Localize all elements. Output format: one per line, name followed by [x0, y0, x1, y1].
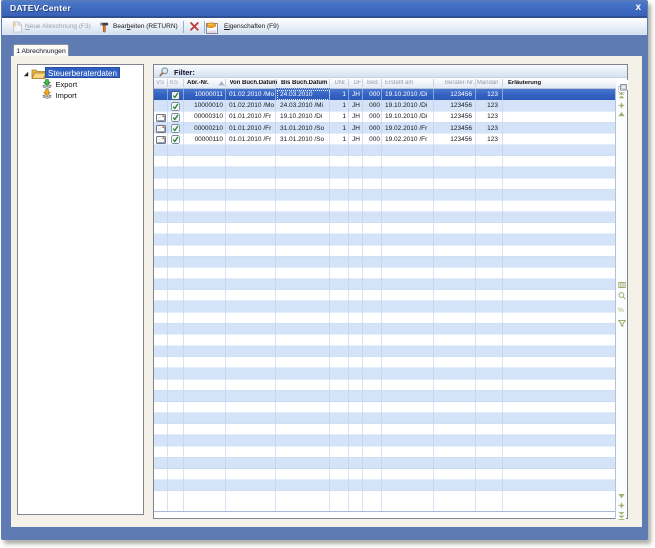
svg-text:%: % [618, 307, 624, 313]
